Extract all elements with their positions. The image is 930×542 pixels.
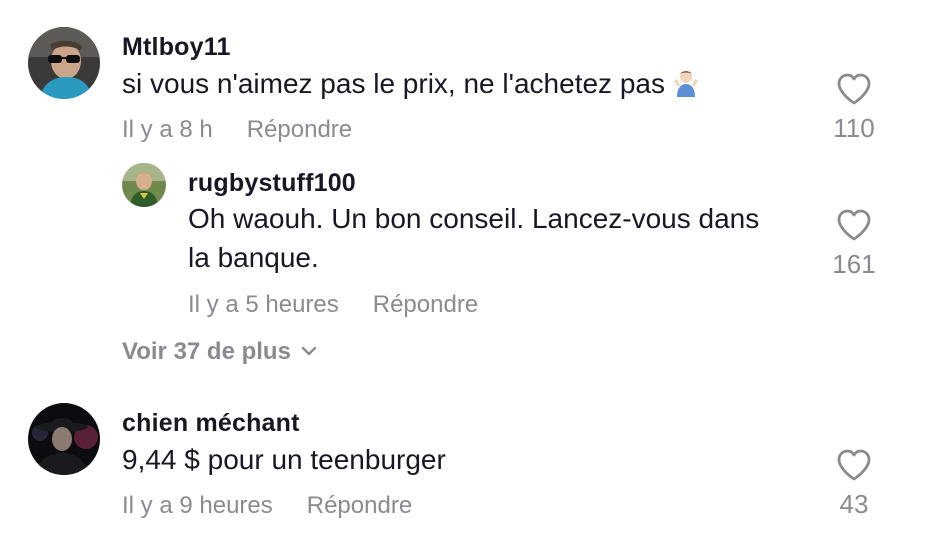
comment-timestamp: Il y a 9 heures bbox=[122, 492, 273, 519]
like-button[interactable] bbox=[836, 208, 872, 242]
comment-meta: Il y a 8 h Répondre bbox=[122, 116, 352, 144]
avatar[interactable] bbox=[28, 27, 100, 99]
comment-username[interactable]: Mtlboy11 bbox=[122, 33, 231, 62]
reply-username[interactable]: rugbystuff100 bbox=[188, 169, 356, 198]
reply-text-line-1: Oh waouh. Un bon conseil. Lancez-vous da… bbox=[188, 203, 760, 234]
reply-text-line-2: la banque. bbox=[188, 242, 319, 273]
reply-button[interactable]: Répondre bbox=[247, 116, 352, 143]
reply-button[interactable]: Répondre bbox=[307, 492, 412, 519]
reply-button[interactable]: Répondre bbox=[373, 291, 478, 318]
person-shrugging-emoji bbox=[671, 67, 701, 97]
comment-username[interactable]: chien méchant bbox=[122, 409, 300, 438]
heart-outline-icon bbox=[837, 73, 871, 105]
like-count: 110 bbox=[833, 113, 875, 143]
avatar[interactable] bbox=[28, 403, 100, 475]
comment-timestamp: Il y a 8 h bbox=[122, 116, 213, 143]
reply-meta: Il y a 5 heures Répondre bbox=[188, 291, 478, 319]
chevron-down-icon bbox=[301, 346, 317, 356]
like-count: 43 bbox=[839, 489, 869, 519]
like-count: 161 bbox=[832, 249, 876, 279]
like-button[interactable] bbox=[836, 448, 872, 482]
reply-timestamp: Il y a 5 heures bbox=[188, 291, 339, 318]
like-button[interactable] bbox=[836, 72, 872, 106]
comment-meta: Il y a 9 heures Répondre bbox=[122, 492, 412, 520]
view-more-replies-button[interactable]: Voir 37 de plus bbox=[122, 338, 317, 366]
avatar[interactable] bbox=[122, 163, 166, 207]
heart-outline-icon bbox=[837, 209, 871, 241]
view-more-label: Voir 37 de plus bbox=[122, 338, 291, 365]
comment-text: 9,44 $ pour un teenburger bbox=[122, 444, 446, 475]
heart-outline-icon bbox=[837, 449, 871, 481]
comment-text-content: si vous n'aimez pas le prix, ne l'achete… bbox=[122, 68, 665, 99]
comment-text: si vous n'aimez pas le prix, ne l'achete… bbox=[122, 64, 701, 103]
